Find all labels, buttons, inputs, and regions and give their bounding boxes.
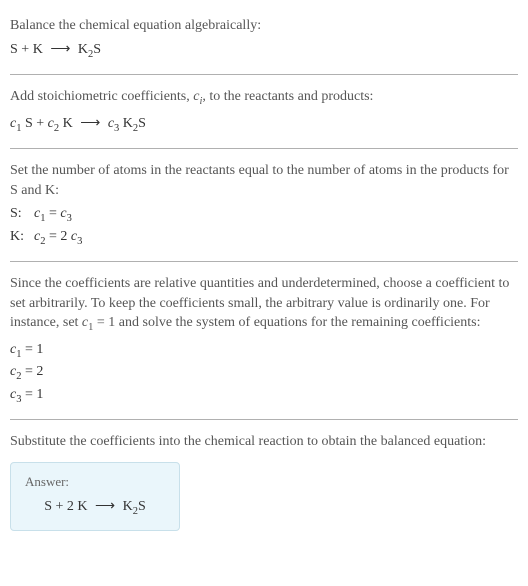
rhs-pre: 2	[60, 229, 71, 244]
balanced-equation: S + 2 K ⟶ K2S	[25, 497, 165, 519]
sp4: K	[119, 116, 133, 131]
tail: S	[138, 116, 146, 131]
ans-rhs-pre: K	[119, 499, 133, 514]
solution-line: c2 = 2	[10, 362, 518, 384]
product-k: K	[78, 42, 88, 57]
divider	[10, 419, 518, 420]
solution-line: c1 = 1	[10, 340, 518, 362]
solve-text: Since the coefficients are relative quan…	[10, 274, 518, 336]
arrow-icon: ⟶	[46, 42, 74, 57]
coeff-text-2: , to the reactants and products:	[202, 89, 373, 104]
section-answer: Substitute the coefficients into the che…	[10, 424, 518, 538]
substitute-text: Substitute the coefficients into the che…	[10, 432, 518, 452]
reactant-s: S	[10, 42, 18, 57]
solve-b: = 1 and solve the system of equations fo…	[93, 315, 480, 330]
divider	[10, 74, 518, 75]
atom-eq: c2 = 2 c3	[34, 227, 92, 249]
ans-rhs-tail: S	[138, 499, 146, 514]
arrow-icon: ⟶	[91, 499, 119, 514]
coeff-title: Add stoichiometric coefficients, ci, to …	[10, 87, 518, 109]
sp1: S +	[21, 116, 47, 131]
balance-title: Balance the chemical equation algebraica…	[10, 16, 518, 36]
table-row: S: c1 = c3	[10, 204, 92, 226]
atom-eq: c1 = c3	[34, 204, 92, 226]
answer-label: Answer:	[25, 473, 165, 491]
section-solve: Since the coefficients are relative quan…	[10, 266, 518, 415]
sol-val: = 1	[21, 342, 43, 357]
product-s: S	[93, 42, 101, 57]
rhs-sub: 3	[77, 236, 82, 247]
plus: +	[18, 42, 33, 57]
reactant-k: K	[33, 42, 43, 57]
table-row: K: c2 = 2 c3	[10, 227, 92, 249]
atoms-intro: Set the number of atoms in the reactants…	[10, 161, 518, 200]
sp2: K	[59, 116, 76, 131]
unbalanced-equation: S + K ⟶ K2S	[10, 40, 518, 62]
section-coefficients: Add stoichiometric coefficients, ci, to …	[10, 79, 518, 144]
answer-box: Answer: S + 2 K ⟶ K2S	[10, 462, 180, 531]
sol-val: = 2	[21, 364, 43, 379]
arrow-icon: ⟶	[76, 116, 104, 131]
section-balance-intro: Balance the chemical equation algebraica…	[10, 8, 518, 70]
ans-lhs: S + 2 K	[44, 499, 91, 514]
eq-sign: =	[45, 206, 60, 221]
sol-val: = 1	[21, 387, 43, 402]
divider	[10, 261, 518, 262]
atoms-table: S: c1 = c3 K: c2 = 2 c3	[10, 204, 92, 249]
rhs-sub: 3	[67, 213, 72, 224]
section-atoms: Set the number of atoms in the reactants…	[10, 153, 518, 257]
atom-label: S:	[10, 204, 34, 226]
divider	[10, 148, 518, 149]
coeff-equation: c1 S + c2 K ⟶ c3 K2S	[10, 114, 518, 136]
atom-label: K:	[10, 227, 34, 249]
solution-line: c3 = 1	[10, 385, 518, 407]
eq-sign: =	[45, 229, 60, 244]
coeff-text-1: Add stoichiometric coefficients,	[10, 89, 193, 104]
